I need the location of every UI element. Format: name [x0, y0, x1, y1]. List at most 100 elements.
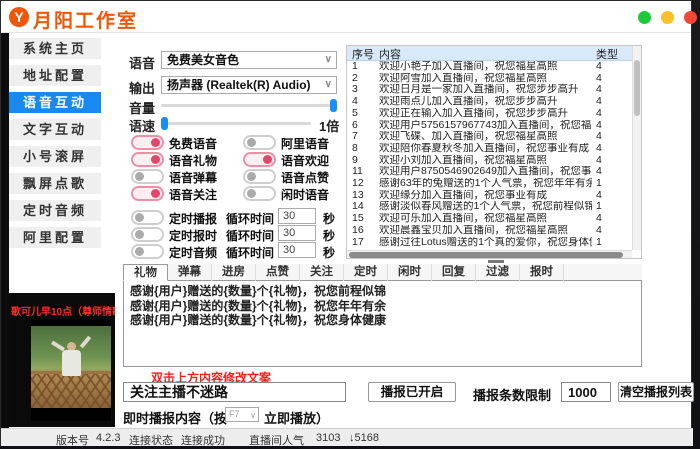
tab-danmaku[interactable]: 弹幕	[168, 264, 212, 281]
broadcast-start-button[interactable]: 播报已开启	[368, 382, 456, 402]
toggle-free-voice-label: 免费语音	[169, 135, 217, 152]
left-edge-strip	[1, 33, 9, 428]
output-label: 输出	[129, 78, 155, 97]
seconds-unit: 秒	[323, 210, 335, 227]
table-row[interactable]: 6欢迎用户5756157967743加入直播间，祝您福星高照4	[347, 120, 632, 132]
volume-slider[interactable]	[161, 104, 337, 107]
chevron-down-icon: ∨	[325, 52, 332, 68]
hotkey-value: F7	[229, 409, 240, 419]
tab-gift[interactable]: 礼物	[123, 264, 168, 281]
close-button[interactable]	[684, 11, 697, 24]
table-row[interactable]: 5欢迎正在输入加入直播间，祝您步步高升4	[347, 108, 632, 120]
cycle-time-label: 循环时间	[226, 227, 274, 244]
sidebar-item-text-interaction[interactable]: 文字互动	[9, 119, 101, 140]
sidebar-item-alt-account-scroll[interactable]: 小号滚屏	[9, 146, 101, 167]
table-row[interactable]: 3欢迎日月是一家加入直播间，祝您步步高升4	[347, 84, 632, 96]
table-row[interactable]: 16欢迎晨鑫宝贝加入直播间，祝您福星高照4	[347, 225, 632, 237]
tab-like[interactable]: 点赞	[256, 264, 300, 281]
cycle-time-label: 循环时间	[226, 210, 274, 227]
tab-time-report[interactable]: 报时	[520, 264, 564, 281]
voice-label: 语音	[129, 53, 155, 72]
table-row[interactable]: 4欢迎雨点儿加入直播间，祝您步步高升4	[347, 96, 632, 108]
toggle-timed-broadcast[interactable]	[131, 210, 164, 225]
speed-slider[interactable]	[161, 122, 311, 125]
tab-follow[interactable]: 关注	[300, 264, 344, 281]
hotkey-select[interactable]: F7 ∨	[225, 407, 259, 422]
volume-slider-thumb[interactable]	[330, 99, 337, 112]
follow-text-input[interactable]	[123, 382, 346, 402]
app-title: 月阳工作室	[33, 6, 138, 33]
restore-button[interactable]	[661, 11, 674, 24]
clear-list-button[interactable]: 清空播报列表	[618, 382, 694, 402]
table-row[interactable]: 2欢迎阿雪加入直播间，祝您福星高照4	[347, 73, 632, 85]
live-caption: 歌可儿早10点（尊师情歌小	[11, 303, 115, 318]
limit-input[interactable]	[561, 382, 611, 402]
toggle-timed-audio[interactable]	[131, 244, 164, 259]
live-preview-area: 歌可儿早10点（尊师情歌小	[9, 293, 115, 427]
table-row[interactable]: 17感谢过往Lotus赠送的1个真的爱你，祝您身体健康1	[347, 237, 632, 249]
toggle-ali-voice[interactable]	[243, 135, 276, 150]
tab-enter-room[interactable]: 进房	[212, 264, 256, 281]
header-no: 序号	[347, 46, 377, 60]
tab-reply[interactable]: 回复	[432, 264, 476, 281]
video-thumbnail[interactable]	[31, 319, 111, 421]
popularity-label: 直播间人气	[249, 432, 304, 448]
speed-label: 语速	[129, 116, 155, 135]
toggle-free-voice[interactable]	[131, 135, 164, 150]
table-row[interactable]: 8欢迎陪你春夏秋冬加入直播间，祝您事业有成4	[347, 143, 632, 155]
seconds-unit: 秒	[323, 227, 335, 244]
toggle-voice-follow[interactable]	[131, 186, 164, 201]
toggle-voice-gift[interactable]	[131, 152, 164, 167]
toggle-timed-audio-label: 定时音频	[169, 244, 217, 261]
output-select[interactable]: 扬声器 (Realtek(R) Audio) ∨	[161, 76, 337, 94]
template-line: 感谢{用户}赠送的{数量}个{礼物}，祝您身体健康	[130, 313, 635, 328]
fence-graphic	[31, 371, 111, 408]
toggle-voice-like[interactable]	[243, 169, 276, 184]
toggle-timed-chime[interactable]	[131, 227, 164, 242]
toggle-voice-welcome[interactable]	[243, 152, 276, 167]
table-row[interactable]: 13欢迎缘分加入直播间，祝您事业有成4	[347, 190, 632, 202]
table-row[interactable]: 15欢迎可乐加入直播间，祝您福星高照4	[347, 213, 632, 225]
version-label: 版本号	[56, 432, 89, 448]
cycle-time-input-2[interactable]	[278, 225, 316, 241]
table-row[interactable]: 1欢迎小艳子加入直播间，祝您福星高照4	[347, 61, 632, 73]
toggle-ali-voice-label: 阿里语音	[281, 135, 329, 152]
horizontal-scrollbar[interactable]	[347, 250, 632, 258]
speed-value: 1倍	[319, 116, 339, 135]
scrollbar-thumb[interactable]	[634, 60, 640, 116]
sidebar-item-timed-audio[interactable]: 定时音频	[9, 200, 101, 221]
table-row[interactable]: 14感谢淡似春风赠送的1个人气票，祝您前程似锦1	[347, 201, 632, 213]
toggle-voice-danmaku-label: 语音弹幕	[169, 169, 217, 186]
version-value: 4.2.3	[96, 432, 120, 444]
sidebar-item-system-home[interactable]: 系统主页	[9, 38, 101, 59]
splitter-handle[interactable]	[488, 260, 504, 263]
minimize-button[interactable]	[638, 11, 651, 24]
template-line: 感谢{用户}赠送的{数量}个{礼物}，祝您年年有余	[130, 299, 635, 314]
table-row[interactable]: 11欢迎用户8750546902649加入直播间，祝您事业有成4	[347, 166, 632, 178]
output-select-value: 扬声器 (Realtek(R) Audio)	[167, 78, 311, 92]
toggle-voice-follow-label: 语音关注	[169, 186, 217, 203]
limit-label: 播报条数限制	[473, 385, 551, 404]
sidebar-item-float-song[interactable]: 飘屏点歌	[9, 173, 101, 194]
vertical-scrollbar[interactable]	[632, 46, 641, 250]
table-row[interactable]: 9欢迎小刘加入直播间，祝您福星高照4	[347, 155, 632, 167]
voice-select[interactable]: 免费美女音色 ∨	[161, 51, 337, 69]
table-row[interactable]: 12感谢63年的兔赠送的1个人气票，祝您年年有余1	[347, 178, 632, 190]
tab-idle[interactable]: 闲时	[388, 264, 432, 281]
table-row[interactable]: 7欢迎飞碟、加入直播间，祝您福星高照4	[347, 131, 632, 143]
speed-slider-thumb[interactable]	[161, 117, 168, 130]
cycle-time-input-3[interactable]	[278, 242, 316, 258]
toggle-voice-gift-label: 语音礼物	[169, 152, 217, 169]
tab-filter[interactable]: 过滤	[476, 264, 520, 281]
toggle-voice-danmaku[interactable]	[131, 169, 164, 184]
scrollbar-thumb[interactable]	[349, 252, 623, 258]
tab-timed[interactable]: 定时	[344, 264, 388, 281]
toggle-idle-voice[interactable]	[243, 186, 276, 201]
sidebar-item-voice-interaction[interactable]: 语音互动	[9, 92, 101, 113]
sidebar-item-address-config[interactable]: 地址配置	[9, 65, 101, 86]
cycle-time-input-1[interactable]	[278, 208, 316, 224]
sidebar-item-ali-config[interactable]: 阿里配置	[9, 227, 101, 248]
connection-label: 连接状态	[129, 432, 173, 448]
template-editor[interactable]: 感谢{用户}赠送的{数量}个{礼物}，祝您前程似锦 感谢{用户}赠送的{数量}个…	[123, 281, 642, 367]
popularity-value: 3103	[316, 432, 340, 444]
